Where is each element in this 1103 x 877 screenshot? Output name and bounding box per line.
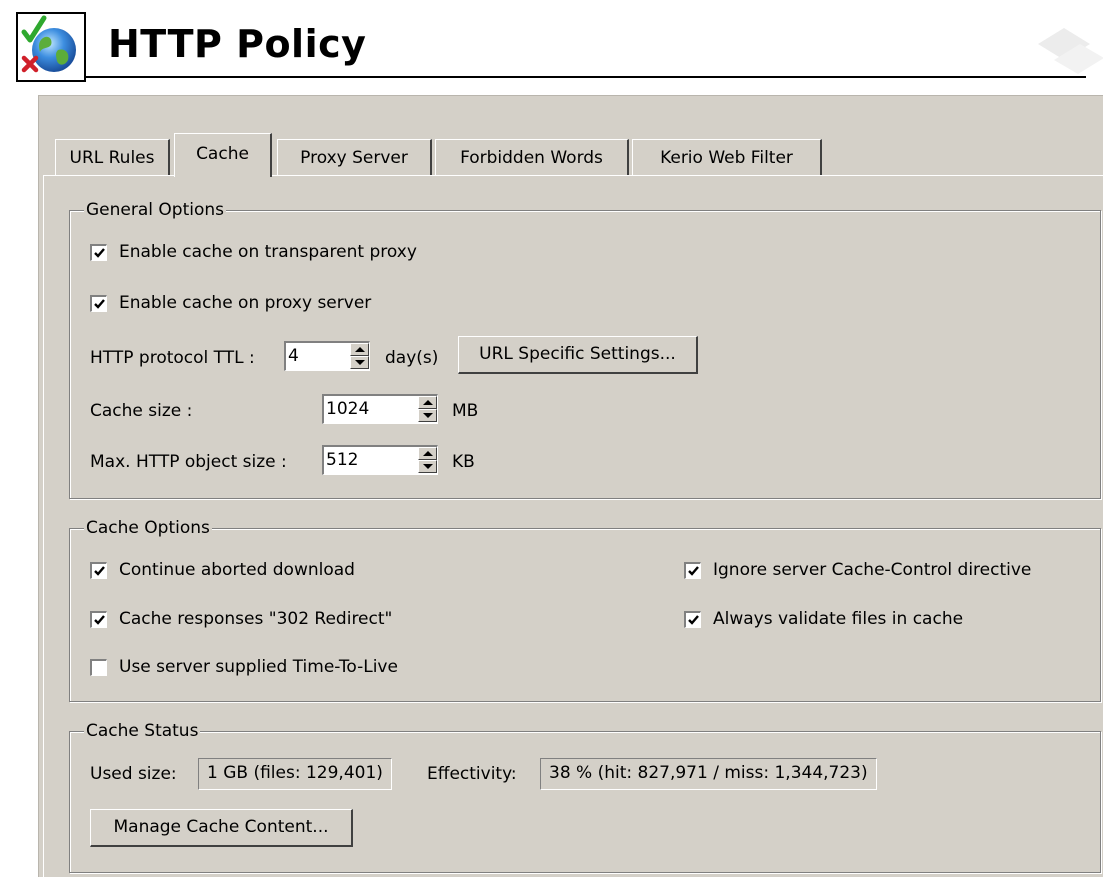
tab-proxy-server[interactable]: Proxy Server (277, 139, 432, 175)
max-object-size-stepper[interactable] (322, 445, 438, 475)
tab-url-rules[interactable]: URL Rules (55, 139, 170, 175)
tab-cache[interactable]: Cache (174, 133, 272, 177)
http-policy-dialog: URL Rules Cache Proxy Server Forbidden W… (38, 95, 1103, 877)
always-validate-checkbox[interactable]: Always validate files in cache (684, 609, 963, 629)
checkbox-label: Enable cache on proxy server (119, 293, 372, 313)
cache-size-spin-buttons (418, 396, 437, 422)
page-title: HTTP Policy (108, 22, 367, 66)
used-size-label: Used size: (90, 764, 177, 784)
max-object-size-increment-arrow-icon[interactable] (418, 447, 437, 460)
ttl-spin-buttons (350, 343, 369, 369)
ttl-stepper[interactable] (284, 341, 370, 371)
cache-size-decrement-arrow-icon[interactable] (418, 409, 437, 422)
cache-status-legend: Cache Status (84, 721, 201, 741)
used-size-value: 1 GB (files: 129,401) (198, 758, 392, 790)
tab-forbidden-words[interactable]: Forbidden Words (435, 139, 629, 175)
cache-size-input[interactable] (326, 398, 416, 420)
watermark-logo-icon (1038, 28, 1103, 74)
checkbox-box[interactable] (90, 658, 107, 676)
policy-globe-check-icon (16, 12, 86, 82)
cache-options-group: Cache Options Continue aborted download … (69, 518, 1101, 702)
use-server-ttl-checkbox[interactable]: Use server supplied Time-To-Live (90, 657, 398, 677)
cache-size-stepper[interactable] (322, 394, 438, 424)
ttl-increment-arrow-icon[interactable] (350, 343, 369, 356)
effectivity-value: 38 % (hit: 827,971 / miss: 1,344,723) (540, 758, 877, 790)
title-divider (86, 76, 1086, 78)
max-object-size-input[interactable] (326, 449, 416, 471)
general-options-group: General Options Enable cache on transpar… (69, 200, 1101, 499)
tab-kerio-web-filter[interactable]: Kerio Web Filter (632, 139, 822, 175)
checkbox-box[interactable] (684, 610, 701, 628)
ttl-decrement-arrow-icon[interactable] (350, 356, 369, 369)
cache-options-legend: Cache Options (84, 518, 212, 538)
ttl-input[interactable] (288, 345, 348, 367)
page-header: HTTP Policy (0, 0, 1103, 88)
ignore-cache-control-checkbox[interactable]: Ignore server Cache-Control directive (684, 560, 1031, 580)
max-object-size-unit: KB (452, 452, 475, 472)
checkbox-box[interactable] (90, 294, 107, 312)
max-object-size-label: Max. HTTP object size : (90, 452, 287, 472)
cache-size-increment-arrow-icon[interactable] (418, 396, 437, 409)
cache-size-label: Cache size : (90, 401, 193, 421)
ttl-unit: day(s) (385, 348, 439, 368)
max-object-size-spin-buttons (418, 447, 437, 473)
max-object-size-decrement-arrow-icon[interactable] (418, 460, 437, 473)
cache-tab-panel: General Options Enable cache on transpar… (43, 175, 1103, 877)
checkbox-label: Use server supplied Time-To-Live (119, 657, 398, 677)
url-specific-settings-button[interactable]: URL Specific Settings... (458, 336, 698, 374)
checkbox-box[interactable] (684, 561, 701, 579)
checkbox-label: Continue aborted download (119, 560, 355, 580)
checkbox-box[interactable] (90, 610, 107, 628)
continue-aborted-download-checkbox[interactable]: Continue aborted download (90, 560, 355, 580)
checkbox-box[interactable] (90, 243, 107, 261)
manage-cache-content-button[interactable]: Manage Cache Content... (90, 809, 353, 847)
cache-status-group: Cache Status Used size: 1 GB (files: 129… (69, 721, 1101, 873)
enable-transparent-proxy-checkbox[interactable]: Enable cache on transparent proxy (90, 242, 417, 262)
cache-size-unit: MB (452, 401, 479, 421)
checkbox-label: Enable cache on transparent proxy (119, 242, 417, 262)
checkbox-label: Ignore server Cache-Control directive (713, 560, 1032, 580)
checkbox-label: Cache responses "302 Redirect" (119, 609, 393, 629)
general-options-legend: General Options (84, 200, 226, 220)
cache-302-redirect-checkbox[interactable]: Cache responses "302 Redirect" (90, 609, 392, 629)
ttl-label: HTTP protocol TTL : (90, 348, 255, 368)
checkbox-label: Always validate files in cache (713, 609, 964, 629)
enable-proxy-server-checkbox[interactable]: Enable cache on proxy server (90, 293, 371, 313)
checkbox-box[interactable] (90, 561, 107, 579)
effectivity-label: Effectivity: (427, 764, 517, 784)
